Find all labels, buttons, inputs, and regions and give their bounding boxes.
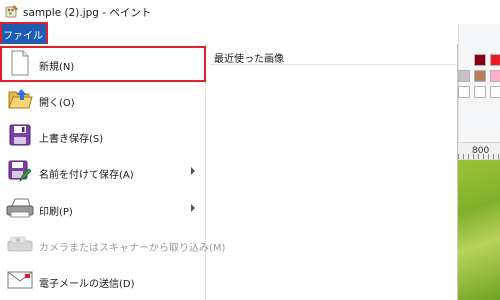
ribbon-background: [458, 24, 500, 142]
horizontal-ruler: 800: [458, 142, 500, 160]
file-menu: 新規(N) 開く(O) 上書き保存(S) 名前を付けて保存(A) 印刷(P) カ…: [0, 44, 458, 300]
color-swatch[interactable]: [490, 86, 500, 98]
file-menu-list: 新規(N) 開く(O) 上書き保存(S) 名前を付けて保存(A) 印刷(P) カ…: [0, 44, 225, 300]
recent-images-title: 最近使った画像: [214, 54, 284, 65]
menu-item-print[interactable]: 印刷(P): [0, 191, 206, 227]
file-tab-label: ファイル: [3, 30, 43, 42]
menu-item-open[interactable]: 開く(O): [0, 82, 206, 118]
menu-item-label: 上書き保存(S): [39, 134, 104, 145]
menu-item-label: 電子メールの送信(D): [39, 279, 135, 290]
submenu-arrow-icon: [191, 204, 195, 212]
color-swatch[interactable]: [490, 70, 500, 82]
color-swatch[interactable]: [490, 54, 500, 66]
menu-item-save[interactable]: 上書き保存(S): [0, 118, 206, 154]
save-icon: [6, 121, 34, 149]
open-folder-icon: [6, 85, 34, 113]
menu-item-label: 印刷(P): [39, 207, 73, 218]
color-swatch[interactable]: [458, 86, 470, 98]
window-title: sample (2).jpg - ペイント: [23, 7, 152, 19]
menu-item-save-as[interactable]: 名前を付けて保存(A): [0, 154, 206, 190]
menu-item-send-email[interactable]: 電子メールの送信(D): [0, 263, 206, 299]
recent-images-divider: [210, 64, 456, 65]
ruler-ticks: [458, 154, 500, 159]
file-tab[interactable]: ファイル: [0, 23, 46, 45]
menu-item-label: カメラまたはスキャナーから取り込み(M): [39, 243, 226, 254]
color-swatch[interactable]: [474, 54, 486, 66]
menu-item-label: 名前を付けて保存(A): [39, 170, 134, 181]
color-swatch[interactable]: [474, 86, 486, 98]
menu-item-label: 新規(N): [39, 62, 75, 73]
save-as-icon: [6, 157, 34, 185]
image-canvas[interactable]: [458, 160, 500, 300]
title-bar: sample (2).jpg - ペイント: [0, 0, 500, 24]
paint-app-icon: [5, 5, 18, 18]
menu-item-label: 開く(O): [39, 98, 75, 109]
menu-item-import-from-scanner[interactable]: カメラまたはスキャナーから取り込み(M): [0, 227, 225, 263]
submenu-arrow-icon: [191, 167, 195, 175]
color-swatch[interactable]: [474, 70, 486, 82]
scanner-icon: [6, 230, 34, 258]
printer-icon: [6, 194, 34, 222]
color-swatch[interactable]: [458, 70, 470, 82]
new-document-icon: [6, 49, 34, 77]
email-icon: [6, 266, 34, 294]
menu-item-new[interactable]: 新規(N): [0, 46, 206, 82]
